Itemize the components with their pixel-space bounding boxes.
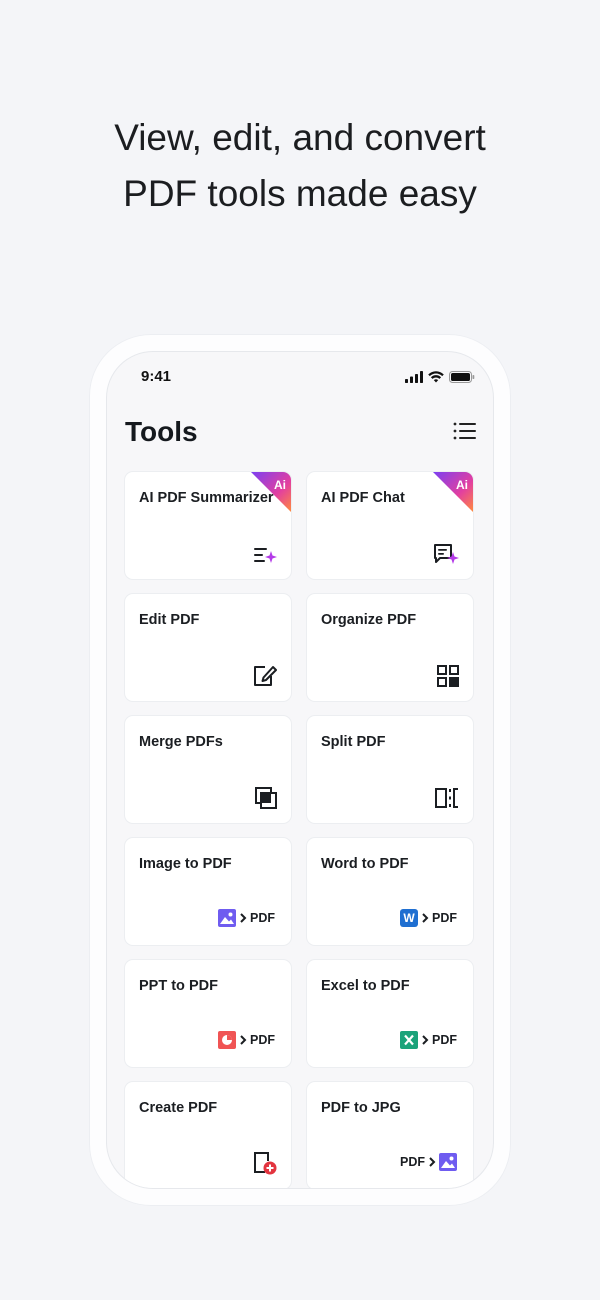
image-file-icon xyxy=(439,1153,457,1171)
wifi-icon xyxy=(428,371,444,383)
list-view-icon[interactable] xyxy=(453,421,477,441)
conversion-indicator: PDF xyxy=(218,1031,275,1049)
grid-organize-icon xyxy=(437,665,459,687)
tool-card-split-pdf[interactable]: Split PDF xyxy=(307,716,473,823)
headline-line-1: View, edit, and convert xyxy=(114,117,486,158)
tool-label: Organize PDF xyxy=(321,612,417,628)
word-file-icon: W xyxy=(400,909,418,927)
battery-icon xyxy=(449,371,475,383)
tool-card-ai-pdf-chat[interactable]: AI PDF Chat Ai xyxy=(307,472,473,579)
status-time: 9:41 xyxy=(141,368,172,385)
tool-card-merge-pdfs[interactable]: Merge PDFs xyxy=(125,716,291,823)
tool-card-ai-pdf-summarizer[interactable]: AI PDF Summarizer Ai xyxy=(125,472,291,579)
chat-sparkle-icon xyxy=(434,544,459,564)
status-icons xyxy=(405,371,475,383)
image-file-icon xyxy=(218,909,236,927)
split-icon xyxy=(435,788,458,808)
ai-badge-icon: Ai xyxy=(433,472,473,512)
conversion-target: PDF xyxy=(432,1033,457,1047)
conversion-target: PDF xyxy=(250,911,275,925)
headline: View, edit, and convert PDF tools made e… xyxy=(0,110,600,222)
conversion-indicator: PDF xyxy=(218,909,275,927)
merge-icon xyxy=(255,787,277,809)
tool-label: PDF to JPG xyxy=(321,1100,401,1116)
tool-label: Create PDF xyxy=(139,1100,218,1116)
chevron-right-icon xyxy=(240,1035,247,1045)
tool-label: Word to PDF xyxy=(321,856,409,872)
page-title: Tools xyxy=(125,416,198,447)
tool-card-image-to-pdf[interactable]: Image to PDF PDF xyxy=(125,838,291,945)
cellular-signal-icon xyxy=(405,371,423,383)
conversion-indicator: W PDF xyxy=(400,909,457,927)
conversion-indicator: PDF xyxy=(400,1031,457,1049)
tool-card-word-to-pdf[interactable]: Word to PDF W PDF xyxy=(307,838,473,945)
tool-label: AI PDF Chat xyxy=(321,490,405,506)
conversion-source: PDF xyxy=(400,1155,425,1169)
create-document-icon xyxy=(254,1152,277,1175)
chevron-right-icon xyxy=(429,1157,436,1167)
headline-line-2: PDF tools made easy xyxy=(123,173,477,214)
phone-screen: 9:41 Tools AI PDF Summarizer Ai AI PDF C… xyxy=(107,352,493,1188)
phone-frame: 9:41 Tools AI PDF Summarizer Ai AI PDF C… xyxy=(89,334,511,1206)
tool-label: Merge PDFs xyxy=(139,734,223,750)
tool-label: PPT to PDF xyxy=(139,978,218,994)
edit-document-icon xyxy=(254,666,277,686)
conversion-indicator: PDF xyxy=(400,1153,457,1171)
ppt-file-icon xyxy=(218,1031,236,1049)
badge-text: Ai xyxy=(456,478,468,492)
tool-card-edit-pdf[interactable]: Edit PDF xyxy=(125,594,291,701)
tool-label: Edit PDF xyxy=(139,612,200,628)
chevron-right-icon xyxy=(240,913,247,923)
tool-label: Split PDF xyxy=(321,734,386,750)
chevron-right-icon xyxy=(422,913,429,923)
summarize-sparkle-icon xyxy=(254,548,277,563)
tool-card-ppt-to-pdf[interactable]: PPT to PDF PDF xyxy=(125,960,291,1067)
tool-card-create-pdf[interactable]: Create PDF xyxy=(125,1082,291,1188)
tool-label: Excel to PDF xyxy=(321,978,410,994)
conversion-target: PDF xyxy=(432,911,457,925)
chevron-right-icon xyxy=(422,1035,429,1045)
conversion-target: PDF xyxy=(250,1033,275,1047)
tool-card-organize-pdf[interactable]: Organize PDF xyxy=(307,594,473,701)
ai-badge-icon: Ai xyxy=(251,472,291,512)
status-bar: 9:41 xyxy=(107,352,493,402)
tool-card-excel-to-pdf[interactable]: Excel to PDF PDF xyxy=(307,960,473,1067)
tool-label: Image to PDF xyxy=(139,856,232,872)
badge-text: Ai xyxy=(274,478,286,492)
tool-card-pdf-to-jpg[interactable]: PDF to JPG PDF xyxy=(307,1082,473,1188)
excel-file-icon xyxy=(400,1031,418,1049)
